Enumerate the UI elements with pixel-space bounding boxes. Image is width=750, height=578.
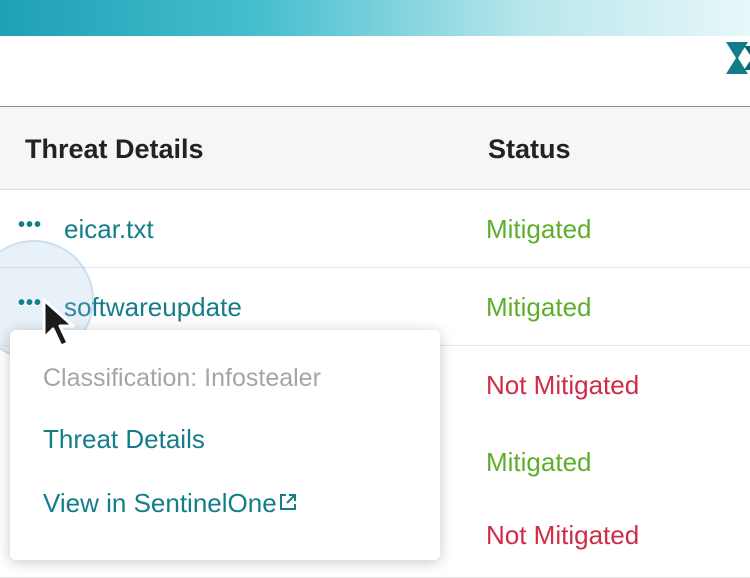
status-text: Mitigated [486, 447, 592, 477]
column-header-status[interactable]: Status [488, 134, 571, 165]
column-header-threat-details[interactable]: Threat Details [25, 134, 204, 165]
status-text: Not Mitigated [486, 370, 640, 400]
context-menu: Classification: Infostealer Threat Detai… [10, 330, 440, 560]
status-text: Mitigated [486, 292, 592, 322]
menu-item-label: View in SentinelOne [43, 488, 277, 518]
external-link-icon [279, 494, 296, 510]
status-text: Mitigated [486, 214, 592, 244]
classification-label: Classification: Infostealer [43, 364, 321, 392]
cursor-arrow-icon [42, 298, 75, 348]
menu-item-threat-details[interactable]: Threat Details [43, 424, 205, 455]
table-row[interactable]: ••• eicar.txt Mitigated [0, 190, 750, 268]
threat-file-name[interactable]: eicar.txt [64, 214, 154, 245]
more-dots-icon[interactable]: ••• [18, 214, 42, 237]
more-dots-icon[interactable]: ••• [18, 292, 42, 315]
logo-icon [726, 42, 750, 74]
app-header [0, 36, 750, 108]
menu-item-label: Threat Details [43, 424, 205, 454]
menu-item-view-in-sentinelone[interactable]: View in SentinelOne [43, 488, 298, 519]
top-brand-bar [0, 0, 750, 36]
